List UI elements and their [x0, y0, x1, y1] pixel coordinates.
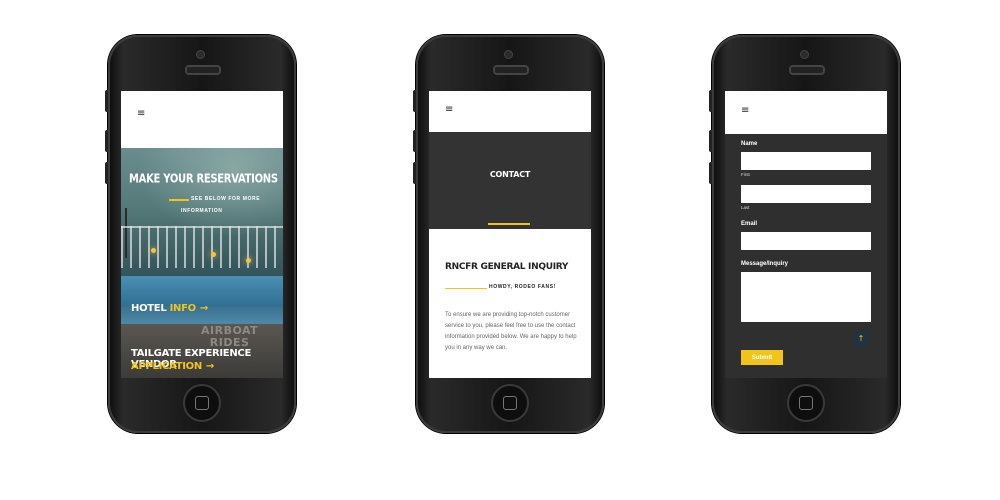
home-button: [787, 384, 825, 422]
application-link[interactable]: APPLICATION →: [131, 361, 214, 372]
phone-mockup-reservations: ≡ MAKE YOUR RESERVATIONS SEE BELOW FOR M…: [105, 35, 296, 433]
camera: [196, 50, 205, 59]
hotel-accent: INFO: [169, 303, 197, 314]
contact-form: Name First Last Email Message/Inquiry ↑ …: [725, 134, 887, 378]
header-bar: ≡: [725, 91, 887, 134]
page-title: CONTACT: [489, 170, 531, 179]
speaker: [185, 65, 221, 75]
header-bar: ≡: [121, 91, 283, 148]
hotel-label: HOTEL: [131, 303, 170, 314]
last-name-input[interactable]: [741, 185, 871, 203]
railing: [121, 226, 283, 268]
arrow-right-icon: →: [199, 303, 208, 314]
airboat-sign: AIRBOAT RIDES: [201, 325, 258, 349]
hamburger-icon[interactable]: ≡: [445, 104, 453, 115]
accent-line: [445, 288, 487, 289]
message-label: Message/Inquiry: [741, 261, 789, 267]
application-label: APPLICATION: [131, 361, 202, 372]
phone-screen: ≡ MAKE YOUR RESERVATIONS SEE BELOW FOR M…: [121, 91, 283, 378]
string-light: [246, 258, 251, 263]
accent-line: [169, 199, 189, 201]
message-textarea[interactable]: [741, 272, 871, 322]
speaker: [493, 65, 529, 75]
phone-screen: ≡ Name First Last Email Message/Inquiry …: [725, 91, 887, 378]
contact-banner: CONTACT: [429, 132, 591, 229]
hero-subtitle-line1: SEE BELOW FOR MORE: [191, 196, 261, 202]
accent-line: [488, 223, 530, 225]
first-label: First: [741, 172, 750, 177]
hero-image: MAKE YOUR RESERVATIONS SEE BELOW FOR MOR…: [121, 148, 283, 378]
inquiry-section: RNCFR GENERAL INQUIRY HOWDY, RODEO FANS!…: [429, 229, 591, 378]
first-name-input[interactable]: [741, 152, 871, 170]
scroll-top-button[interactable]: ↑: [854, 332, 868, 346]
last-label: Last: [741, 205, 750, 210]
hamburger-icon[interactable]: ≡: [741, 105, 749, 116]
string-light: [151, 248, 156, 253]
tagline: HOWDY, RODEO FANS!: [489, 284, 556, 290]
intro-paragraph: To ensure we are providing top-notch cus…: [445, 312, 577, 351]
camera: [800, 50, 809, 59]
home-square-icon: [195, 396, 209, 410]
string-light: [211, 252, 216, 257]
submit-button[interactable]: Submit: [741, 350, 783, 365]
name-label: Name: [741, 141, 758, 147]
pool: [121, 276, 283, 306]
email-input[interactable]: [741, 232, 871, 250]
camera: [504, 50, 513, 59]
arrow-right-icon: →: [205, 361, 214, 372]
home-square-icon: [503, 396, 517, 410]
home-button: [491, 384, 529, 422]
home-square-icon: [799, 396, 813, 410]
section-title: RNCFR GENERAL INQUIRY: [445, 262, 569, 272]
phone-mockup-contact: ≡ CONTACT RNCFR GENERAL INQUIRY HOWDY, R…: [413, 35, 604, 433]
phone-mockup-form: ≡ Name First Last Email Message/Inquiry …: [709, 35, 900, 433]
email-label: Email: [741, 221, 758, 227]
hero-title: MAKE YOUR RESERVATIONS: [129, 173, 278, 187]
speaker: [789, 65, 825, 75]
hotel-info-link[interactable]: HOTEL INFO →: [131, 303, 208, 314]
hero-subtitle-line2: INFORMATION: [181, 208, 223, 214]
header-bar: ≡: [429, 91, 591, 132]
phone-screen: ≡ CONTACT RNCFR GENERAL INQUIRY HOWDY, R…: [429, 91, 591, 378]
hamburger-icon[interactable]: ≡: [137, 108, 145, 119]
home-button: [183, 384, 221, 422]
